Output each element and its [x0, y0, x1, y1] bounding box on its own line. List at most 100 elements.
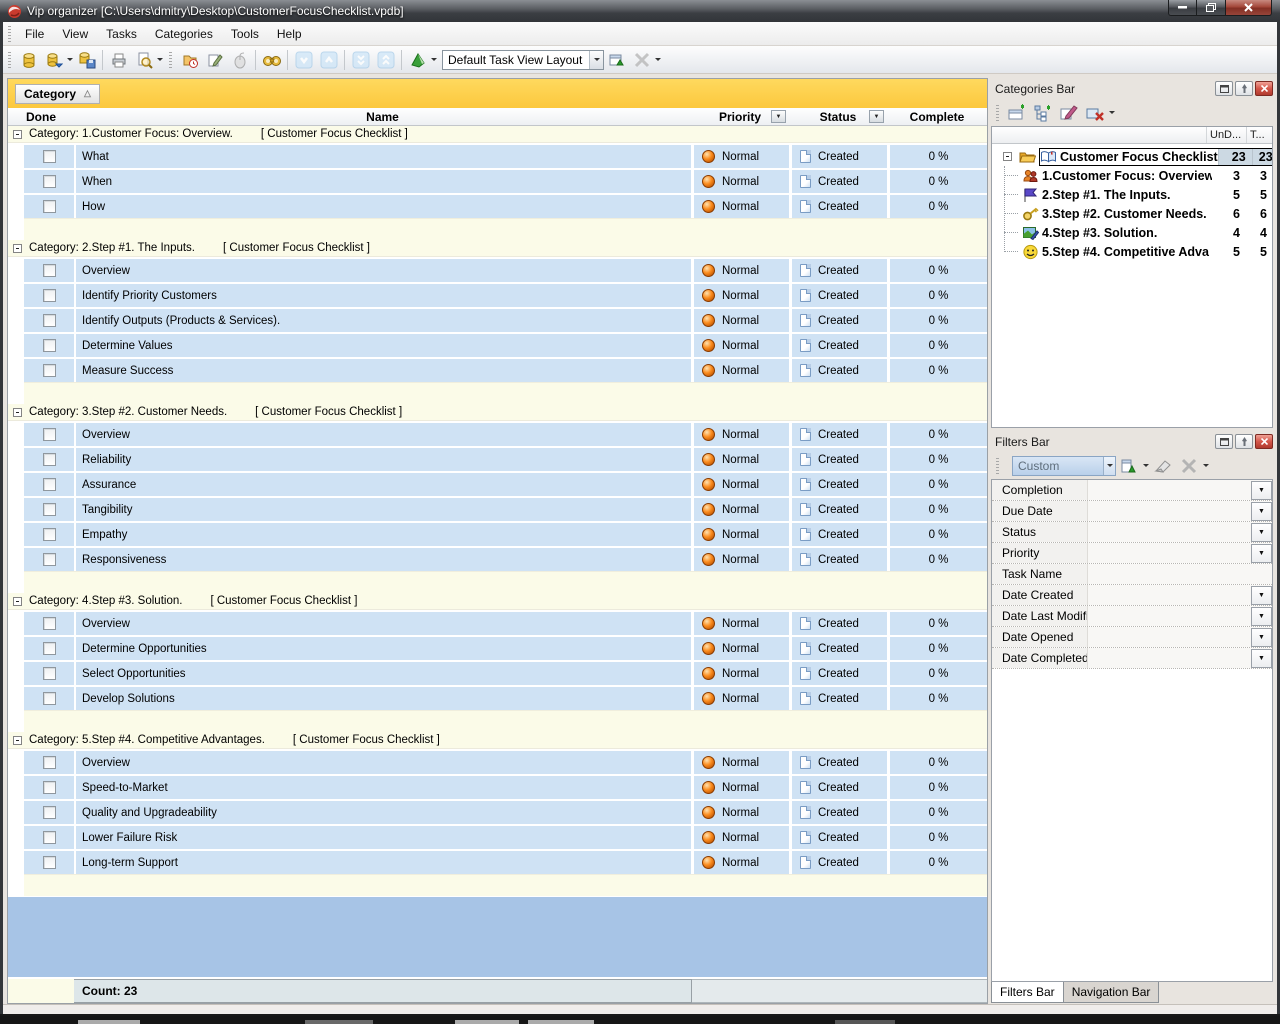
task-row[interactable]: Overview Normal Created 0 %	[8, 610, 987, 635]
task-row[interactable]: Identify Outputs (Products & Services). …	[8, 307, 987, 332]
done-checkbox[interactable]	[43, 150, 56, 163]
save-filter-button[interactable]	[1116, 455, 1142, 477]
taskbar-sliver[interactable]	[0, 1016, 1280, 1024]
filters-bar-titlebar[interactable]: Filters Bar	[991, 431, 1273, 452]
filter-value-field[interactable]	[1088, 564, 1248, 584]
collapse-group-icon[interactable]	[13, 736, 22, 745]
category-tree-item[interactable]: 5.Step #4. Competitive Adva 5 5	[992, 242, 1272, 261]
title-bar[interactable]: Vip organizer [C:\Users\dmitry\Desktop\C…	[0, 0, 1280, 22]
move-top-button[interactable]	[373, 48, 398, 72]
column-header-name[interactable]: Name	[74, 108, 691, 125]
task-row[interactable]: Lower Failure Risk Normal Created 0 %	[8, 824, 987, 849]
done-checkbox[interactable]	[43, 856, 56, 869]
filter-value-field[interactable]	[1088, 627, 1248, 647]
tree-collapse-icon[interactable]	[1003, 152, 1012, 161]
task-row[interactable]: Identify Priority Customers Normal Creat…	[8, 282, 987, 307]
new-task-button[interactable]	[177, 48, 202, 72]
collapse-group-icon[interactable]	[13, 408, 22, 417]
move-bottom-button[interactable]	[348, 48, 373, 72]
category-name[interactable]: 5.Step #4. Competitive Adva	[1042, 245, 1212, 259]
done-checkbox[interactable]	[43, 553, 56, 566]
task-name[interactable]: Long-term Support	[82, 857, 178, 869]
print-preview-button[interactable]	[131, 48, 156, 72]
task-row[interactable]: Overview Normal Created 0 %	[8, 421, 987, 446]
category-name[interactable]: 1.Customer Focus: Overview	[1042, 169, 1212, 183]
task-name[interactable]: Quality and Upgradeability	[82, 807, 217, 819]
filter-dropdown-button[interactable]: ▼	[1251, 628, 1272, 647]
status-filter-dropdown[interactable]: ▼	[869, 110, 884, 123]
open-database-dropdown[interactable]	[66, 48, 74, 72]
categories-toolbar-overflow[interactable]	[1108, 101, 1116, 125]
add-subcategory-button[interactable]	[1030, 102, 1056, 124]
filter-dropdown-button[interactable]: ▼	[1251, 502, 1272, 521]
done-checkbox[interactable]	[43, 453, 56, 466]
done-checkbox[interactable]	[43, 200, 56, 213]
filter-dropdown-button[interactable]: ▼	[1251, 481, 1272, 500]
done-checkbox[interactable]	[43, 339, 56, 352]
done-checkbox[interactable]	[43, 503, 56, 516]
task-row[interactable]: Quality and Upgradeability Normal Create…	[8, 799, 987, 824]
print-button[interactable]	[106, 48, 131, 72]
categories-pin-button[interactable]	[1235, 81, 1253, 96]
task-name[interactable]: Overview	[82, 265, 130, 277]
toolbar-drag-handle-2[interactable]	[169, 52, 172, 68]
done-checkbox[interactable]	[43, 692, 56, 705]
task-row[interactable]: Empathy Normal Created 0 %	[8, 521, 987, 546]
task-row[interactable]: How Normal Created 0 %	[8, 193, 987, 218]
column-header-priority[interactable]: Priority ▼	[691, 108, 789, 125]
new-database-button[interactable]	[16, 48, 41, 72]
task-name[interactable]: Overview	[82, 618, 130, 630]
done-checkbox[interactable]	[43, 617, 56, 630]
tree-column-total[interactable]: T...	[1246, 127, 1272, 143]
task-name[interactable]: Tangibility	[82, 504, 133, 516]
edit-category-button[interactable]	[1056, 102, 1082, 124]
filter-value-field[interactable]	[1088, 522, 1248, 542]
find-tasks-button[interactable]	[259, 48, 284, 72]
task-name[interactable]: Measure Success	[82, 365, 173, 377]
tree-column-undone[interactable]: UnD...	[1206, 127, 1246, 143]
task-name[interactable]: Overview	[82, 429, 130, 441]
filters-toolbar-handle[interactable]	[996, 458, 999, 474]
done-checkbox[interactable]	[43, 781, 56, 794]
menu-item-file[interactable]: File	[16, 24, 53, 44]
filter-preset-combo[interactable]: Custom	[1012, 456, 1116, 476]
filter-value-field[interactable]	[1088, 480, 1248, 500]
filter-preset-dropdown[interactable]	[1103, 457, 1115, 475]
done-checkbox[interactable]	[43, 806, 56, 819]
toolbar-drag-handle[interactable]	[8, 52, 11, 68]
task-name[interactable]: Empathy	[82, 529, 127, 541]
done-checkbox[interactable]	[43, 478, 56, 491]
filters-close-button[interactable]	[1255, 434, 1273, 449]
task-name[interactable]: Speed-to-Market	[82, 782, 168, 794]
task-name[interactable]: Overview	[82, 757, 130, 769]
category-tree-item[interactable]: 3.Step #2. Customer Needs. 6 6	[992, 204, 1272, 223]
share-button[interactable]	[405, 48, 430, 72]
task-row[interactable]: When Normal Created 0 %	[8, 168, 987, 193]
tab-filters-bar[interactable]: Filters Bar	[991, 982, 1064, 1003]
task-row[interactable]: Reliability Normal Created 0 %	[8, 446, 987, 471]
done-checkbox[interactable]	[43, 642, 56, 655]
done-checkbox[interactable]	[43, 364, 56, 377]
categories-close-button[interactable]	[1255, 81, 1273, 96]
task-name[interactable]: When	[82, 176, 112, 188]
task-name[interactable]: Responsiveness	[82, 554, 166, 566]
filters-restore-button[interactable]	[1215, 434, 1233, 449]
filter-dropdown-button[interactable]: ▼	[1251, 649, 1272, 668]
category-name[interactable]: 2.Step #1. The Inputs.	[1042, 188, 1212, 202]
done-checkbox[interactable]	[43, 528, 56, 541]
category-group-header[interactable]: Category: 2.Step #1. The Inputs. [ Custo…	[8, 240, 987, 257]
save-filter-dropdown[interactable]	[1142, 454, 1150, 478]
open-database-button[interactable]	[41, 48, 66, 72]
task-row[interactable]: Determine Values Normal Created 0 %	[8, 332, 987, 357]
column-header-done[interactable]: Done	[8, 108, 74, 125]
task-row[interactable]: Tangibility Normal Created 0 %	[8, 496, 987, 521]
tree-root-row[interactable]: Customer Focus Checklist 23 23	[992, 147, 1272, 166]
save-layout-button[interactable]	[604, 48, 629, 72]
restore-button[interactable]	[1197, 0, 1226, 16]
task-name[interactable]: How	[82, 201, 105, 213]
task-row[interactable]: Select Opportunities Normal Created 0 %	[8, 660, 987, 685]
collapse-group-icon[interactable]	[13, 130, 22, 139]
delete-category-button[interactable]	[1082, 102, 1108, 124]
category-tree-item[interactable]: 2.Step #1. The Inputs. 5 5	[992, 185, 1272, 204]
collapse-group-icon[interactable]	[13, 244, 22, 253]
